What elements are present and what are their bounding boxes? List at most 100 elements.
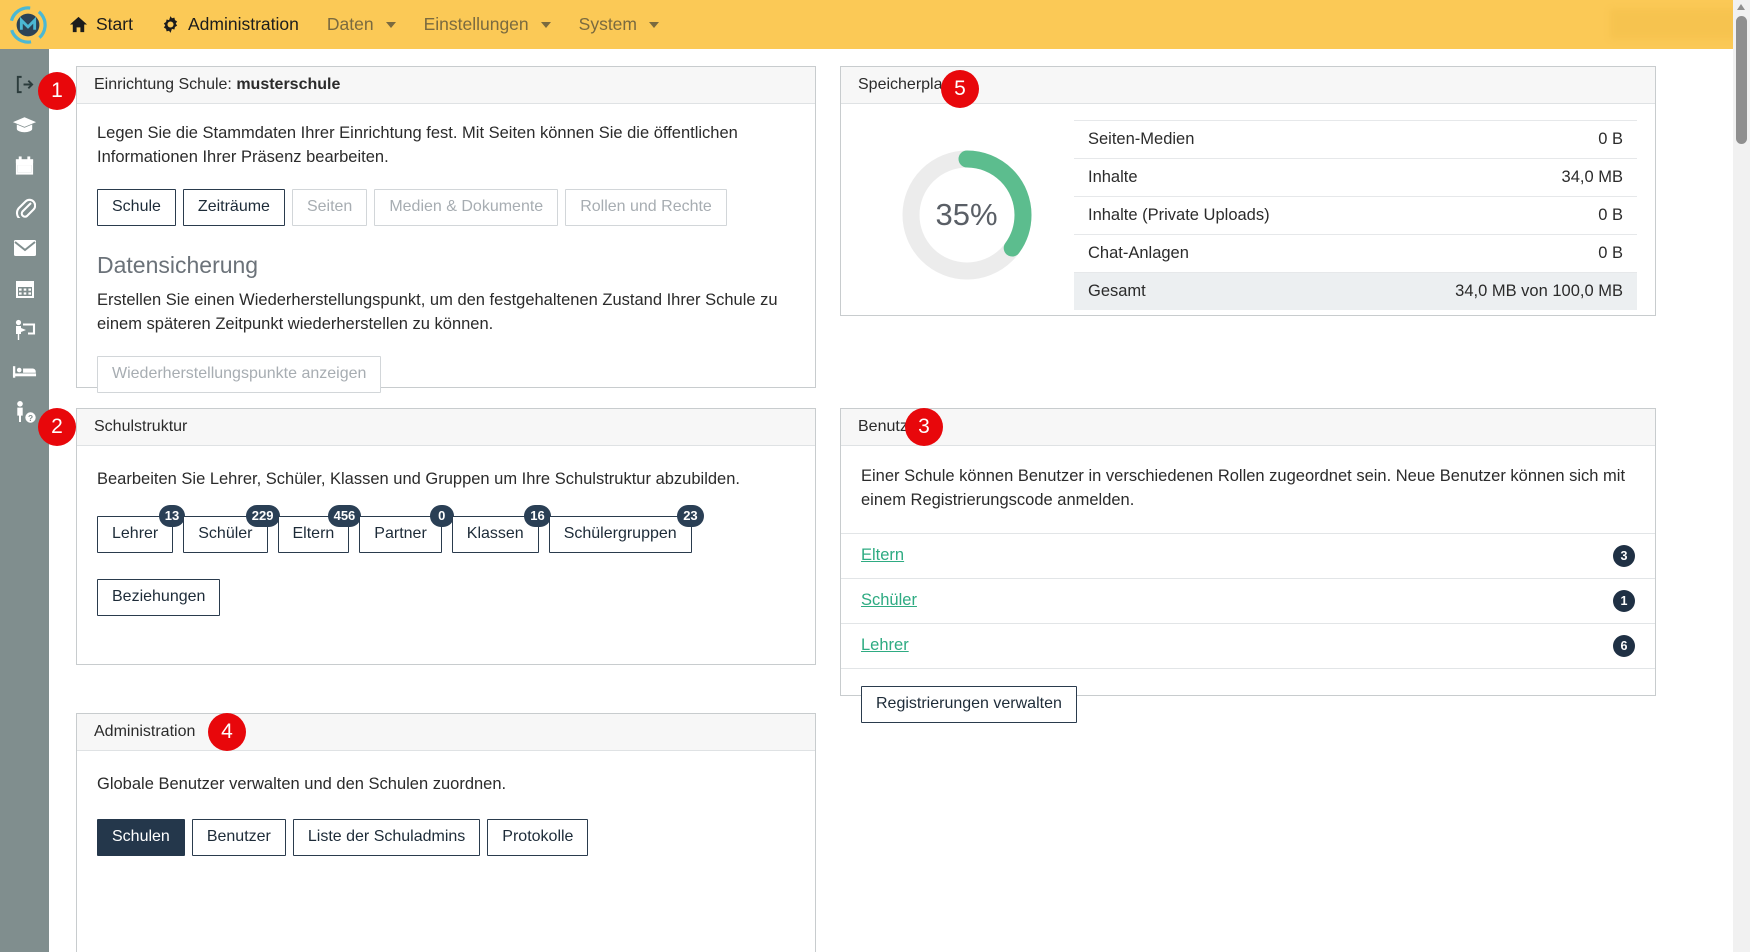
graduation-cap-icon[interactable]: [8, 112, 42, 138]
card-einrichtung-schule: Einrichtung Schule: musterschule Legen S…: [76, 66, 816, 393]
zeitraeume-button[interactable]: Zeiträume: [182, 188, 285, 226]
chevron-down-icon: [385, 21, 396, 28]
storage-label: Gesamt: [1088, 282, 1146, 300]
card-einrichtung-title-value: musterschule: [236, 76, 341, 93]
chevron-down-icon: [540, 21, 551, 28]
medien-dokumente-button[interactable]: Medien & Dokumente: [374, 188, 559, 226]
benutzer-role-row-eltern[interactable]: Eltern 3: [841, 532, 1655, 578]
beziehungen-button[interactable]: Beziehungen: [97, 578, 221, 616]
storage-label: Inhalte: [1088, 168, 1138, 186]
storage-value: 0 B: [1598, 206, 1623, 224]
card-schulstruktur: Schulstruktur Bearbeiten Sie Lehrer, Sch…: [76, 408, 816, 665]
teacher-presenting-icon[interactable]: [8, 317, 42, 343]
storage-donut-chart: 35%: [899, 147, 1035, 283]
nav-item-system-label: System: [578, 14, 637, 34]
schuelergruppen-button[interactable]: Schülergruppen: [548, 515, 692, 553]
seiten-button[interactable]: Seiten: [291, 188, 368, 226]
step-marker-1: 1: [38, 72, 76, 110]
storage-donut-wrap: 35%: [859, 120, 1074, 310]
card-administration: Administration Globale Benutzer verwalte…: [76, 713, 816, 952]
nav-item-start[interactable]: Start: [55, 0, 147, 49]
top-navigation-bar: Start Administration Daten Einstellungen…: [0, 0, 1750, 49]
benutzer-role-link-schueler[interactable]: Schüler: [861, 591, 917, 610]
partner-count-badge: 0: [429, 504, 454, 527]
card-administration-title: Administration: [94, 723, 196, 740]
schueler-count-badge: 229: [245, 504, 280, 527]
benutzer-description: Einer Schule können Benutzer in verschie…: [861, 467, 1626, 509]
storage-value: 0 B: [1598, 244, 1623, 262]
schulstruktur-button-row: Lehrer 13 Schüler 229 Eltern 456 Partner…: [97, 504, 795, 553]
wiederherstellungspunkte-anzeigen-button[interactable]: Wiederherstellungspunkte anzeigen: [97, 355, 382, 393]
app-logo-icon: [8, 5, 47, 44]
schulstruktur-description: Bearbeiten Sie Lehrer, Schüler, Klassen …: [97, 470, 740, 488]
bed-icon[interactable]: [8, 358, 42, 384]
chevron-down-icon: [649, 21, 659, 28]
benutzer-action-row: Registrierungen verwalten: [841, 667, 1655, 743]
nav-item-system[interactable]: System: [565, 0, 673, 49]
einrichtung-description: Legen Sie die Stammdaten Ihrer Einrichtu…: [97, 124, 738, 166]
card-einrichtung-body: Legen Sie die Stammdaten Ihrer Einrichtu…: [77, 104, 815, 413]
scrollbar-thumb[interactable]: [1736, 16, 1747, 144]
lehrer-button-wrap: Lehrer 13: [97, 504, 186, 553]
card-benutzer: Benutzer Einer Schule können Benutzer in…: [840, 408, 1656, 723]
calendar-icon[interactable]: [8, 153, 42, 179]
schuelergruppen-button-wrap: Schülergruppen 23: [548, 504, 704, 553]
benutzer-admin-button[interactable]: Benutzer: [191, 818, 286, 856]
liste-der-schuladmins-button[interactable]: Liste der Schuladmins: [292, 818, 481, 856]
benutzer-role-count-eltern: 3: [1613, 544, 1635, 567]
page-scrollbar[interactable]: [1733, 0, 1750, 952]
partner-button[interactable]: Partner: [359, 515, 442, 553]
schulen-button[interactable]: Schulen: [97, 818, 185, 856]
nav-item-administration[interactable]: Administration: [147, 0, 313, 49]
rollen-rechte-button[interactable]: Rollen und Rechte: [565, 188, 727, 226]
benutzer-role-count-lehrer: 6: [1613, 634, 1635, 657]
nav-item-daten[interactable]: Daten: [313, 0, 410, 49]
paperclip-icon[interactable]: [8, 194, 42, 220]
app-logo[interactable]: [0, 0, 55, 49]
storage-value: 34,0 MB von 100,0 MB: [1455, 282, 1623, 300]
schule-button[interactable]: Schule: [97, 188, 176, 226]
storage-label: Inhalte (Private Uploads): [1088, 206, 1270, 224]
benutzer-role-count-schueler: 1: [1613, 589, 1635, 612]
schuelergruppen-count-badge: 23: [677, 504, 704, 527]
storage-row-gesamt: Gesamt 34,0 MB von 100,0 MB: [1074, 273, 1637, 310]
card-schulstruktur-body: Bearbeiten Sie Lehrer, Schüler, Klassen …: [77, 446, 815, 636]
envelope-icon[interactable]: [8, 235, 42, 261]
card-administration-header: Administration: [77, 714, 815, 751]
card-benutzer-intro: Einer Schule können Benutzer in verschie…: [841, 446, 1655, 533]
person-question-icon[interactable]: ?: [8, 399, 42, 425]
card-administration-body: Globale Benutzer verwalten und den Schul…: [77, 751, 815, 876]
step-marker-4: 4: [208, 713, 246, 751]
gear-icon: [161, 15, 180, 34]
benutzer-role-link-eltern[interactable]: Eltern: [861, 546, 904, 565]
step-marker-3: 3: [905, 408, 943, 446]
registrierungen-verwalten-button[interactable]: Registrierungen verwalten: [861, 685, 1077, 723]
klassen-count-badge: 16: [524, 504, 551, 527]
storage-row-chat-anlagen: Chat-Anlagen 0 B: [1074, 235, 1637, 273]
calendar-grid-icon[interactable]: [8, 276, 42, 302]
nav-item-start-label: Start: [96, 14, 133, 34]
scroll-up-arrow-icon[interactable]: [1737, 4, 1745, 10]
step-marker-5: 5: [941, 70, 979, 108]
user-account-area-redacted[interactable]: [1610, 9, 1738, 39]
step-marker-2: 2: [38, 408, 76, 446]
datensicherung-heading: Datensicherung: [97, 251, 259, 278]
beziehungen-button-row: Beziehungen: [97, 578, 795, 616]
nav-item-einstellungen[interactable]: Einstellungen: [410, 0, 565, 49]
svg-text:?: ?: [27, 413, 32, 423]
benutzer-role-row-schueler[interactable]: Schüler 1: [841, 577, 1655, 623]
storage-percent-label: 35%: [935, 197, 998, 232]
storage-label: Chat-Anlagen: [1088, 244, 1189, 262]
home-icon: [69, 15, 88, 34]
klassen-button-wrap: Klassen 16: [451, 504, 551, 553]
storage-row-seiten-medien: Seiten-Medien 0 B: [1074, 120, 1637, 159]
benutzer-role-link-lehrer[interactable]: Lehrer: [861, 636, 909, 655]
left-icon-sidebar: ?: [0, 49, 49, 952]
datensicherung-button-row: Wiederherstellungspunkte anzeigen: [97, 355, 795, 393]
datensicherung-description: Erstellen Sie einen Wiederherstellungspu…: [97, 290, 778, 333]
storage-table: Seiten-Medien 0 B Inhalte 34,0 MB Inhalt…: [1074, 120, 1637, 310]
administration-button-row: Schulen Benutzer Liste der Schuladmins P…: [97, 818, 795, 856]
logout-icon[interactable]: [8, 71, 42, 97]
benutzer-role-row-lehrer[interactable]: Lehrer 6: [841, 622, 1655, 668]
protokolle-button[interactable]: Protokolle: [487, 818, 589, 856]
